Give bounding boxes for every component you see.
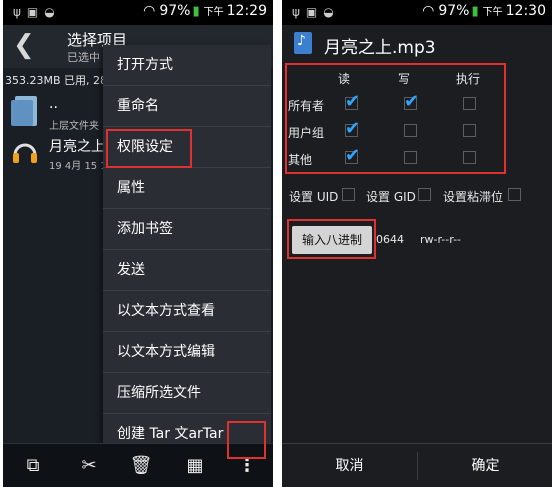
file-title: 月亮之上.mp3 <box>324 38 436 58</box>
status-bar: ψ▣◒ ◠ 97% ▮ 下午 12:30 <box>282 0 552 25</box>
back-arrow-icon[interactable]: ❮ <box>13 30 35 60</box>
usb-icon: ψ <box>13 5 27 19</box>
ampm: 下午 <box>482 7 503 18</box>
status-left-icons: ψ▣◒ <box>292 5 340 19</box>
context-menu: 打开方式 重命名 权限设定 属性 添加书签 发送 以文本方式查看 以文本方式编辑… <box>103 45 271 443</box>
headphones-icon <box>13 143 37 163</box>
cancel-button[interactable]: 取消 <box>282 444 417 487</box>
menu-item-properties[interactable]: 属性 <box>103 168 271 209</box>
set-uid-label: 设置 UID <box>289 190 339 204</box>
ok-button[interactable]: 确定 <box>418 444 552 487</box>
menu-item-send[interactable]: 发送 <box>103 250 271 291</box>
dialog-buttons: 取消 确定 <box>282 443 552 487</box>
android-icon: ◒ <box>323 5 340 19</box>
set-uid-checkbox[interactable] <box>342 188 355 201</box>
storage-usage: 353.23MB 已用, 28 <box>5 74 108 87</box>
status-right: ◠ 97% ▮ 下午 12:29 <box>143 3 267 19</box>
menu-item-rename[interactable]: 重命名 <box>103 86 271 127</box>
highlight-more <box>227 421 266 459</box>
set-gid-checkbox[interactable] <box>418 188 431 201</box>
image-icon: ▣ <box>305 5 324 19</box>
cut-icon[interactable]: ✂ <box>76 452 102 478</box>
usb-icon: ψ <box>292 5 306 19</box>
sticky-bit-label: 设置粘滞位 <box>443 190 504 204</box>
status-bar: ψ▣◒ ◠ 97% ▮ 下午 12:29 <box>3 0 273 25</box>
file-meta: 上层文件夹 <box>49 121 99 132</box>
menu-item-add-bookmark[interactable]: 添加书签 <box>103 209 271 250</box>
battery-percent: 97% <box>159 3 191 19</box>
android-icon: ◒ <box>44 5 61 19</box>
status-left-icons: ψ▣◒ <box>13 5 61 19</box>
permission-string: rw-r--r-- <box>420 233 462 246</box>
ampm: 下午 <box>203 7 224 18</box>
menu-item-open-with[interactable]: 打开方式 <box>103 45 271 86</box>
grid-icon[interactable]: ▦ <box>182 452 208 478</box>
file-name: .. <box>49 96 58 112</box>
image-icon: ▣ <box>26 5 45 19</box>
menu-item-edit-as-text[interactable]: 以文本方式编辑 <box>103 332 271 373</box>
battery-icon: ▮ <box>192 4 200 19</box>
octal-value: 0644 <box>376 233 404 246</box>
highlight-permission-grid <box>285 63 506 174</box>
battery-percent: 97% <box>438 3 470 19</box>
menu-item-view-as-text[interactable]: 以文本方式查看 <box>103 291 271 332</box>
sticky-bit-checkbox[interactable] <box>508 188 521 201</box>
battery-icon: ▮ <box>471 4 479 19</box>
clock: 12:29 <box>226 3 267 19</box>
file-name: 月亮之上 <box>49 139 105 155</box>
copy-icon[interactable]: ⧉ <box>20 452 46 478</box>
highlight-octal-button <box>287 219 376 259</box>
status-right: ◠ 97% ▮ 下午 12:30 <box>422 3 546 19</box>
wifi-icon: ◠ <box>422 3 435 19</box>
left-screen: ψ▣◒ ◠ 97% ▮ 下午 12:29 ❮ 选择项目 已选中 353.23MB 已用,… <box>3 0 273 487</box>
clock: 12:30 <box>505 3 546 19</box>
set-gid-label: 设置 GID <box>366 190 416 204</box>
dialog-header: 月亮之上.mp3 <box>282 25 552 65</box>
delete-icon[interactable]: 🗑 <box>128 452 154 478</box>
wifi-icon: ◠ <box>143 3 156 19</box>
menu-item-compress[interactable]: 压缩所选文件 <box>103 373 271 414</box>
right-screen: ψ▣◒ ◠97%▮下午12:30 月亮之上.mp3 读 写 执行 所有者 用户组… <box>282 0 552 487</box>
page-subtitle: 已选中 <box>67 51 100 64</box>
audio-file-icon <box>294 32 312 54</box>
folder-icon <box>11 96 37 126</box>
highlight-permissions <box>106 129 192 168</box>
